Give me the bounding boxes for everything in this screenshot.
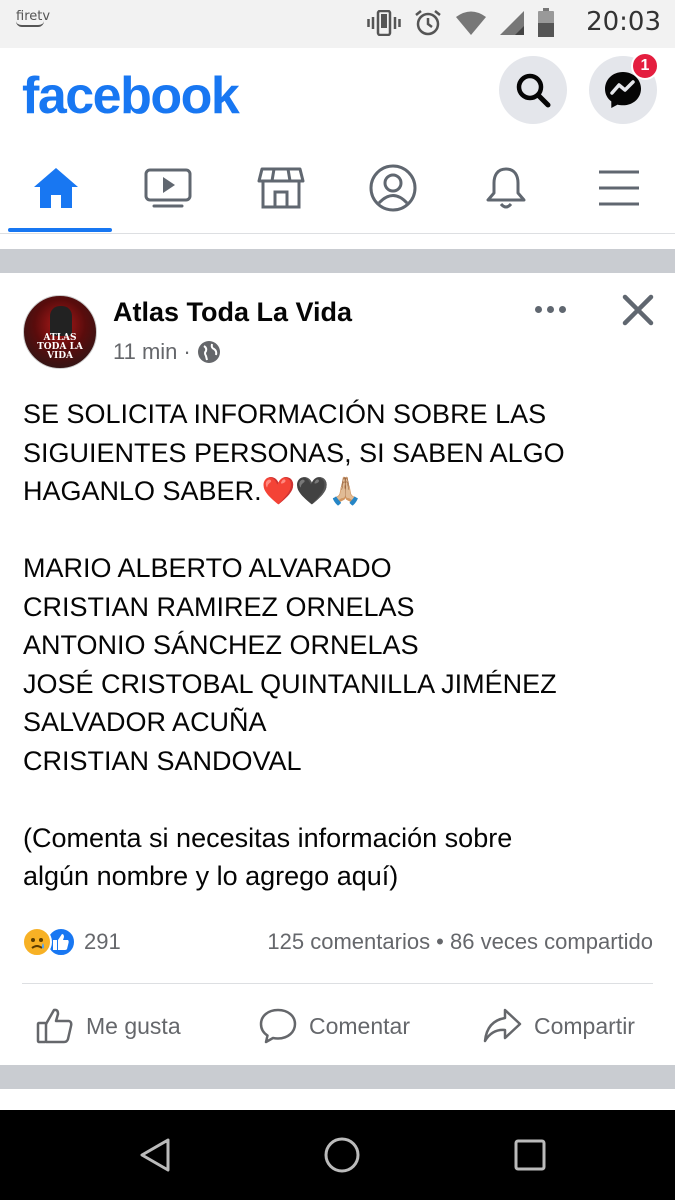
comment-button[interactable]: Comentar	[259, 1001, 410, 1051]
post-text-line: CRISTIAN RAMIREZ ORNELAS	[23, 591, 415, 622]
post-text-line: MARIO ALBERTO ALVARADO	[23, 553, 392, 583]
battery-icon	[538, 8, 554, 37]
store-icon	[257, 167, 305, 209]
post-text-line: algún nombre y lo agrego aquí)	[23, 861, 399, 891]
facebook-logo: facebook	[22, 67, 240, 125]
feed-separator-bottom	[0, 1065, 675, 1089]
post-author[interactable]: Atlas Toda La Vida	[113, 297, 352, 328]
vibrate-icon	[367, 10, 401, 36]
thumbs-up-icon	[36, 1008, 73, 1044]
post-text-line: HAGANLO SABER.❤️🖤🙏🏼	[23, 476, 363, 506]
comment-label: Comentar	[309, 1012, 410, 1039]
feed-separator	[0, 249, 675, 273]
tab-home[interactable]	[0, 144, 112, 232]
recents-button[interactable]	[500, 1128, 560, 1182]
share-button[interactable]: Compartir	[482, 1001, 635, 1051]
bell-icon	[486, 167, 526, 209]
reaction-count: 291	[84, 929, 121, 954]
search-button[interactable]	[499, 56, 567, 124]
page-avatar[interactable]: ATLAS TODA LA VIDA	[23, 295, 97, 369]
post-more-button[interactable]	[528, 297, 572, 321]
messenger-badge: 1	[631, 52, 659, 80]
like-label: Me gusta	[86, 1012, 181, 1039]
share-icon	[483, 1008, 522, 1043]
reactions-summary[interactable]: 291	[22, 925, 121, 959]
back-button[interactable]	[125, 1128, 185, 1182]
clock: 20:03	[586, 7, 661, 37]
comments-shares-count[interactable]: 125 comentarios • 86 veces compartido	[267, 929, 653, 955]
post-text-line: JOSÉ CRISTOBAL QUINTANILLA JIMÉNEZ	[23, 668, 557, 699]
recents-icon	[514, 1139, 546, 1171]
tab-profile[interactable]	[337, 144, 449, 232]
post-card: ATLAS TODA LA VIDA Atlas Toda La Vida 11…	[0, 273, 675, 1065]
status-icons	[367, 8, 555, 38]
post-meta: 11 min ·	[113, 339, 221, 365]
share-label: Compartir	[534, 1012, 635, 1039]
firetv-logo: firetv	[16, 10, 50, 27]
meta-separator: ·	[183, 339, 191, 364]
like-button[interactable]: Me gusta	[36, 1001, 181, 1051]
messenger-button[interactable]: 1	[589, 52, 659, 124]
app-header: facebook 1	[0, 48, 675, 144]
post-actions: Me gusta Comentar Compartir	[0, 987, 675, 1065]
search-icon	[516, 73, 551, 108]
video-icon	[144, 168, 192, 208]
tab-notifications[interactable]	[450, 144, 562, 232]
sad-reaction-icon	[22, 927, 52, 957]
tab-marketplace[interactable]	[225, 144, 337, 232]
menu-icon	[599, 170, 639, 206]
more-dot-icon	[534, 305, 542, 313]
post-text-line: SIGUIENTES PERSONAS, SI SABEN ALGO	[23, 437, 565, 468]
action-divider	[22, 983, 653, 984]
close-post-button[interactable]	[619, 291, 657, 329]
post-time[interactable]: 11 min	[113, 339, 177, 365]
post-text-line: SE SOLICITA INFORMACIÓN SOBRE LAS	[23, 399, 547, 429]
home-nav-button[interactable]	[312, 1128, 372, 1182]
wifi-icon	[456, 11, 486, 35]
more-dot-icon	[558, 305, 566, 313]
back-icon	[140, 1138, 170, 1172]
post-text-line: (Comenta si necesitas información sobre	[23, 822, 513, 853]
post-text-line: ANTONIO SÁNCHEZ ORNELAS	[23, 630, 419, 660]
comment-icon	[259, 1008, 297, 1044]
tab-bar	[0, 144, 675, 234]
home-icon	[34, 168, 78, 208]
globe-icon	[197, 341, 220, 363]
status-bar: firetv 20:03	[0, 0, 675, 48]
post-text-line: CRISTIAN SANDOVAL	[23, 745, 302, 776]
alarm-icon	[415, 10, 441, 36]
system-nav-bar	[0, 1110, 675, 1200]
post-text-line: SALVADOR ACUÑA	[23, 707, 267, 737]
tab-watch[interactable]	[112, 144, 224, 232]
more-dot-icon	[546, 305, 554, 313]
profile-icon	[369, 164, 417, 212]
post-text: SE SOLICITA INFORMACIÓN SOBRE LAS SIGUIE…	[23, 395, 663, 896]
home-circle-icon	[324, 1137, 360, 1173]
signal-icon	[500, 11, 524, 35]
avatar-text: ATLAS TODA LA VIDA	[37, 333, 83, 361]
tab-menu[interactable]	[563, 144, 675, 232]
firetv-label: firetv	[16, 9, 51, 24]
